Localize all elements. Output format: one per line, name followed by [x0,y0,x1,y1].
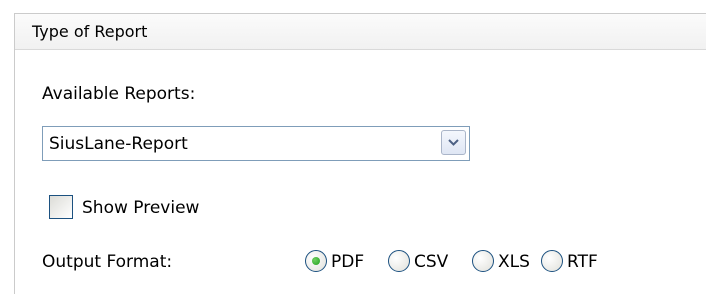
radio-label-rtf[interactable]: RTF [567,252,598,272]
show-preview-label[interactable]: Show Preview [82,198,199,218]
show-preview-checkbox[interactable] [49,195,73,219]
radio-rtf[interactable] [541,250,563,272]
available-reports-value: SiusLane-Report [49,134,188,154]
radio-xls[interactable] [472,250,494,272]
available-reports-label: Available Reports: [42,84,196,104]
radio-pdf[interactable] [305,250,327,272]
report-settings-screen: Type of Report Available Reports: SiusLa… [0,0,706,294]
radio-csv[interactable] [388,250,410,272]
radio-label-pdf[interactable]: PDF [331,252,364,272]
radio-label-xls[interactable]: XLS [498,252,530,272]
available-reports-select[interactable]: SiusLane-Report [42,126,470,161]
output-format-label: Output Format: [42,252,173,272]
chevron-down-icon [448,139,459,146]
dropdown-button[interactable] [441,130,466,155]
radio-selected-dot [312,257,320,265]
radio-label-csv[interactable]: CSV [414,252,448,272]
panel-title: Type of Report [15,14,706,50]
